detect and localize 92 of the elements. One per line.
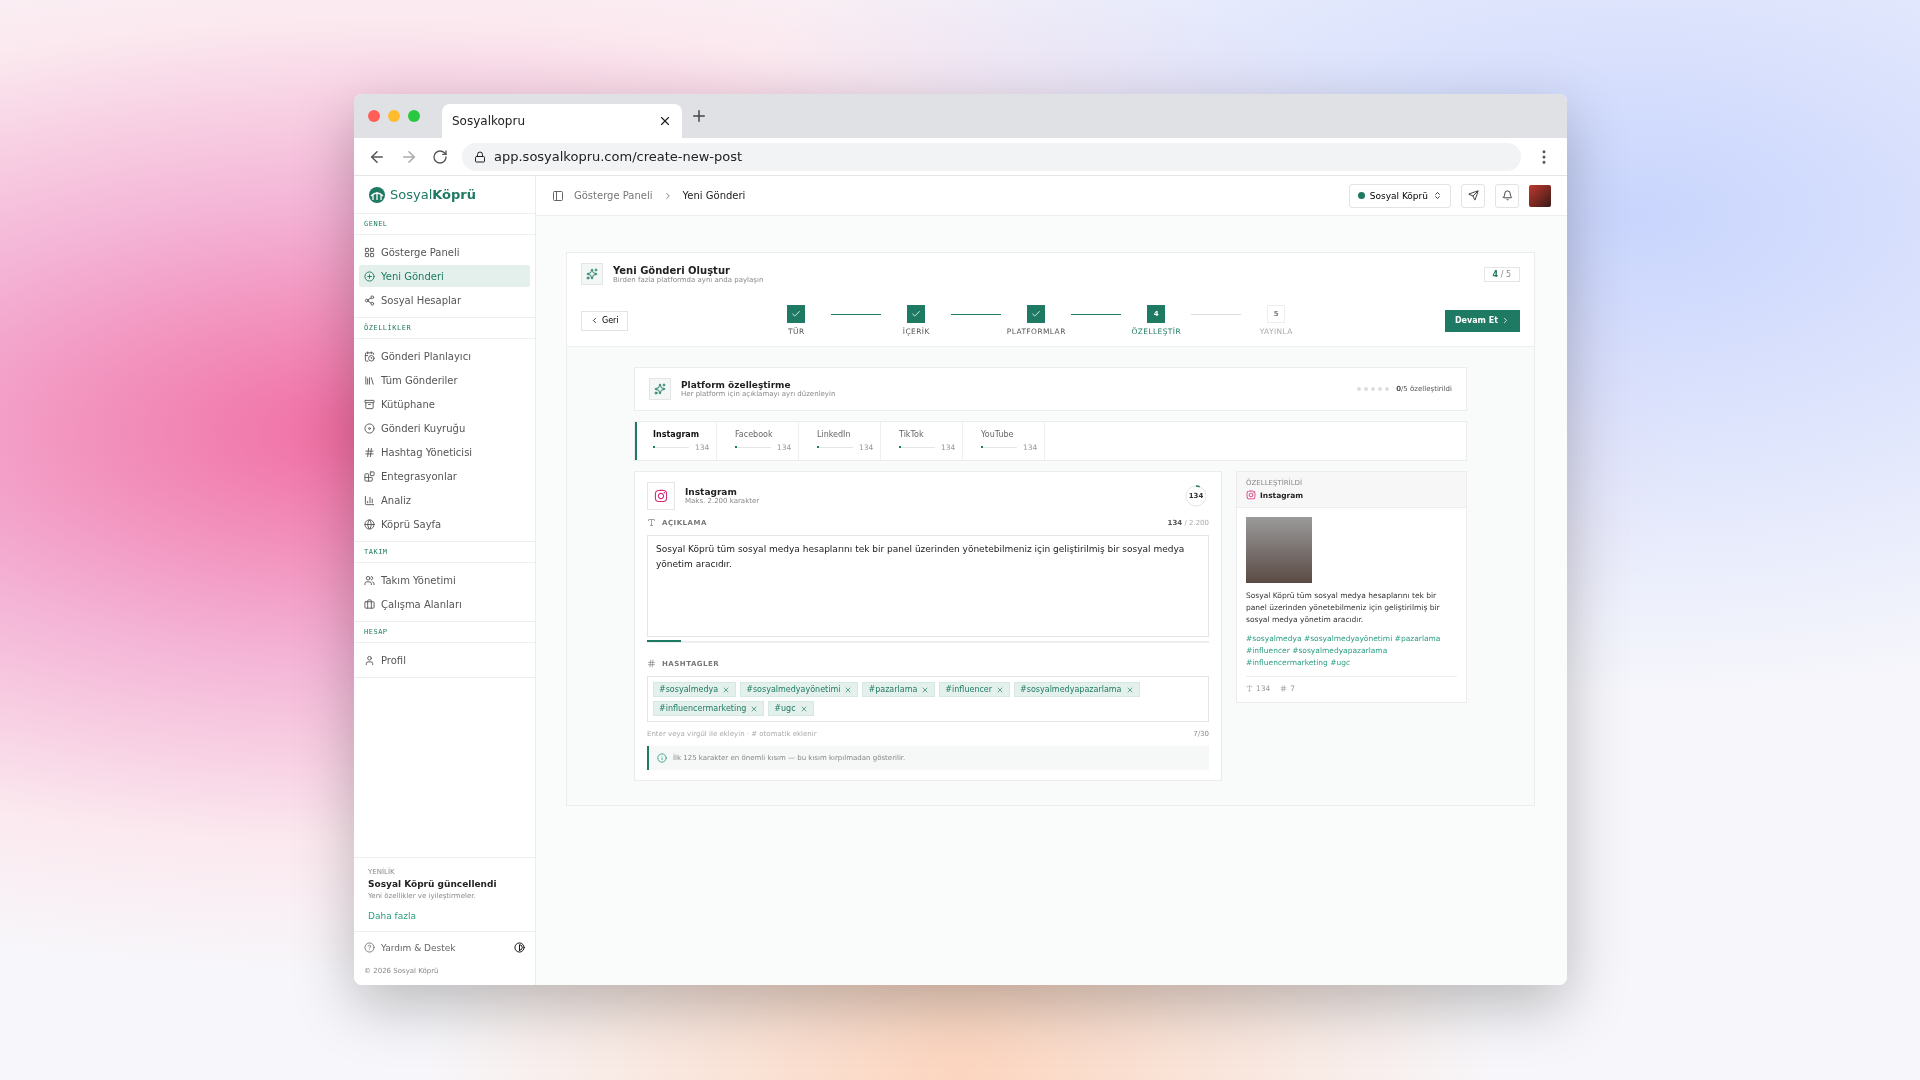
nav-icon <box>364 494 375 506</box>
nav-icon <box>364 350 375 362</box>
sidebar-item[interactable]: Tüm Gönderiler <box>359 369 530 391</box>
step-counter: 4 / 5 <box>1483 266 1520 282</box>
sidebar-item[interactable]: Sosyal Hesaplar <box>359 289 530 311</box>
chevron-right-icon <box>1501 316 1510 325</box>
nav-icon <box>364 398 375 410</box>
text-icon <box>1246 685 1253 692</box>
continue-button[interactable]: Devam Et <box>1444 309 1520 332</box>
remove-icon[interactable] <box>799 704 808 713</box>
close-icon[interactable] <box>658 114 672 128</box>
customize-title: Platform özelleştirme <box>681 380 792 390</box>
remove-icon[interactable] <box>996 685 1005 694</box>
sparkles-icon <box>649 378 671 400</box>
avatar-placeholder[interactable] <box>1529 184 1551 207</box>
address-bar[interactable]: app.sosyalkopru.com/create-new-post <box>462 142 1521 171</box>
back-button[interactable]: Geri <box>581 310 628 331</box>
sidebar-item[interactable]: Kütüphane <box>359 393 530 415</box>
maximize-window-icon[interactable] <box>408 110 420 122</box>
help-icon <box>364 942 375 953</box>
nav-icon <box>364 374 375 386</box>
workspace-selector[interactable]: Sosyal Köprü <box>1348 183 1451 208</box>
workspace-dot-icon <box>1357 192 1365 199</box>
sidebar-toggle-icon[interactable] <box>552 189 564 202</box>
help-link[interactable]: Yardım & Destek <box>381 942 456 953</box>
remove-icon[interactable] <box>1125 685 1134 694</box>
nav-icon <box>364 598 375 610</box>
hashtag-chip[interactable]: #sosyalmedya <box>653 682 737 697</box>
nav-icon <box>364 470 375 482</box>
hashtag-chip[interactable]: #influencer <box>939 682 1011 697</box>
news-title: Sosyal Köprü güncellendi <box>368 879 498 889</box>
hashtag-field[interactable]: #sosyalmedya #sosyalmedyayönetimi #pazarlama #influencer #sosyalmedyapazarlama #influencermarketing #ugc <box>647 676 1209 722</box>
sparkles-icon <box>581 263 603 285</box>
nav-icon <box>364 574 375 586</box>
hashtag-chip[interactable]: #ugc <box>768 701 814 716</box>
platform-title: Instagram <box>685 487 738 497</box>
photo-placeholder <box>1246 517 1312 583</box>
sidebar-item[interactable]: Gönderi Planlayıcı <box>359 345 530 367</box>
breadcrumb[interactable]: Gösterge Paneli <box>574 190 653 201</box>
nav-icon <box>364 654 375 666</box>
more-link[interactable]: Daha fazla <box>368 911 521 921</box>
sidebar-item[interactable]: Çalışma Alanları <box>359 593 530 615</box>
info-icon <box>657 753 667 763</box>
check-icon <box>911 309 922 319</box>
sidebar-item[interactable]: Entegrasyonlar <box>359 465 530 487</box>
hashtag-chip[interactable]: #pazarlama <box>862 682 936 697</box>
check-icon <box>791 309 802 319</box>
hashtag-chip[interactable]: #sosyalmedyayönetimi <box>740 682 859 697</box>
nav-icon <box>364 446 375 458</box>
browser-tab[interactable]: Sosyalkopru <box>442 104 682 138</box>
lock-icon <box>474 150 486 163</box>
instagram-logo-icon <box>654 489 668 503</box>
sidebar-item[interactable]: Profil <box>359 649 530 671</box>
send-button[interactable] <box>1461 183 1485 208</box>
sidebar-item[interactable]: Köprü Sayfa <box>359 513 530 535</box>
hash-icon <box>647 659 656 668</box>
nav-icon <box>364 294 375 306</box>
sidebar-item[interactable]: Takım Yönetimi <box>359 569 530 591</box>
remove-icon[interactable] <box>844 685 853 694</box>
new-tab-icon[interactable] <box>690 107 708 125</box>
logo: SosyalKöprü <box>354 176 535 214</box>
nav-icon <box>364 270 375 282</box>
bridge-logo-icon <box>368 186 386 203</box>
remove-icon[interactable] <box>722 685 731 694</box>
sidebar-item[interactable]: Hashtag Yöneticisi <box>359 441 530 463</box>
send-icon <box>1467 190 1479 201</box>
text-icon <box>647 518 656 527</box>
sidebar-item[interactable]: Yeni Gönderi <box>359 265 530 287</box>
sidebar-item[interactable]: Gönderi Kuyruğu <box>359 417 530 439</box>
nav-icon <box>364 518 375 530</box>
sidebar-item[interactable]: Gösterge Paneli <box>359 241 530 263</box>
close-window-icon[interactable] <box>368 110 380 122</box>
hashtag-chip[interactable]: #influencermarketing <box>653 701 765 716</box>
nav-icon <box>364 246 375 258</box>
notifications-button[interactable] <box>1495 183 1519 208</box>
reload-icon[interactable] <box>432 148 448 165</box>
chevron-left-icon <box>590 316 599 325</box>
updown-icon <box>1433 191 1442 200</box>
hashtag-chip[interactable]: #sosyalmedyapazarlama <box>1014 682 1140 697</box>
sidebar-item[interactable]: Analiz <box>359 489 530 511</box>
wizard-title: Yeni Gönderi Oluştur <box>613 264 731 276</box>
nav-icon <box>364 422 375 434</box>
minimize-window-icon[interactable] <box>388 110 400 122</box>
remove-icon[interactable] <box>750 704 759 713</box>
instagram-logo-icon <box>1246 490 1256 500</box>
theme-toggle-icon[interactable] <box>514 942 525 953</box>
breadcrumb[interactable]: Yeni Gönderi <box>682 190 746 201</box>
check-icon <box>1031 309 1042 319</box>
bell-icon <box>1501 190 1513 201</box>
remove-icon[interactable] <box>921 685 930 694</box>
hash-icon <box>1280 685 1288 692</box>
description-field[interactable]: Sosyal Köprü tüm sosyal medya hesaplarını tek bir panel üzerinden yönetebilmeniz için geliştirilmiş bir sosyal medya yönetim aracıdır. <box>647 535 1209 637</box>
